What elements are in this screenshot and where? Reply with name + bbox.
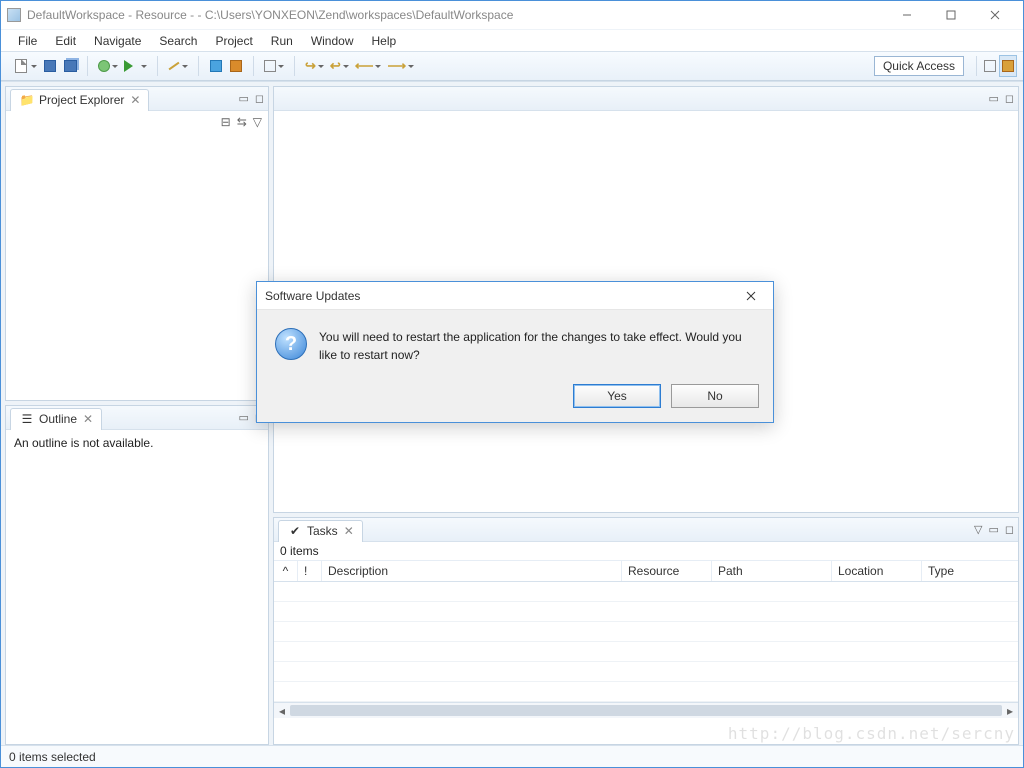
dialog-body: ? You will need to restart the applicati… — [257, 310, 773, 372]
dialog-close-button[interactable] — [737, 282, 765, 310]
app-window: DefaultWorkspace - Resource - - C:\Users… — [0, 0, 1024, 768]
dialog-message: You will need to restart the application… — [319, 328, 755, 364]
dialog-buttons: Yes No — [257, 372, 773, 422]
dialog-title: Software Updates — [265, 289, 737, 303]
close-icon — [746, 291, 756, 301]
dialog-title-bar: Software Updates — [257, 282, 773, 310]
question-icon: ? — [275, 328, 307, 360]
no-button[interactable]: No — [671, 384, 759, 408]
software-updates-dialog: Software Updates ? You will need to rest… — [256, 281, 774, 423]
yes-button[interactable]: Yes — [573, 384, 661, 408]
